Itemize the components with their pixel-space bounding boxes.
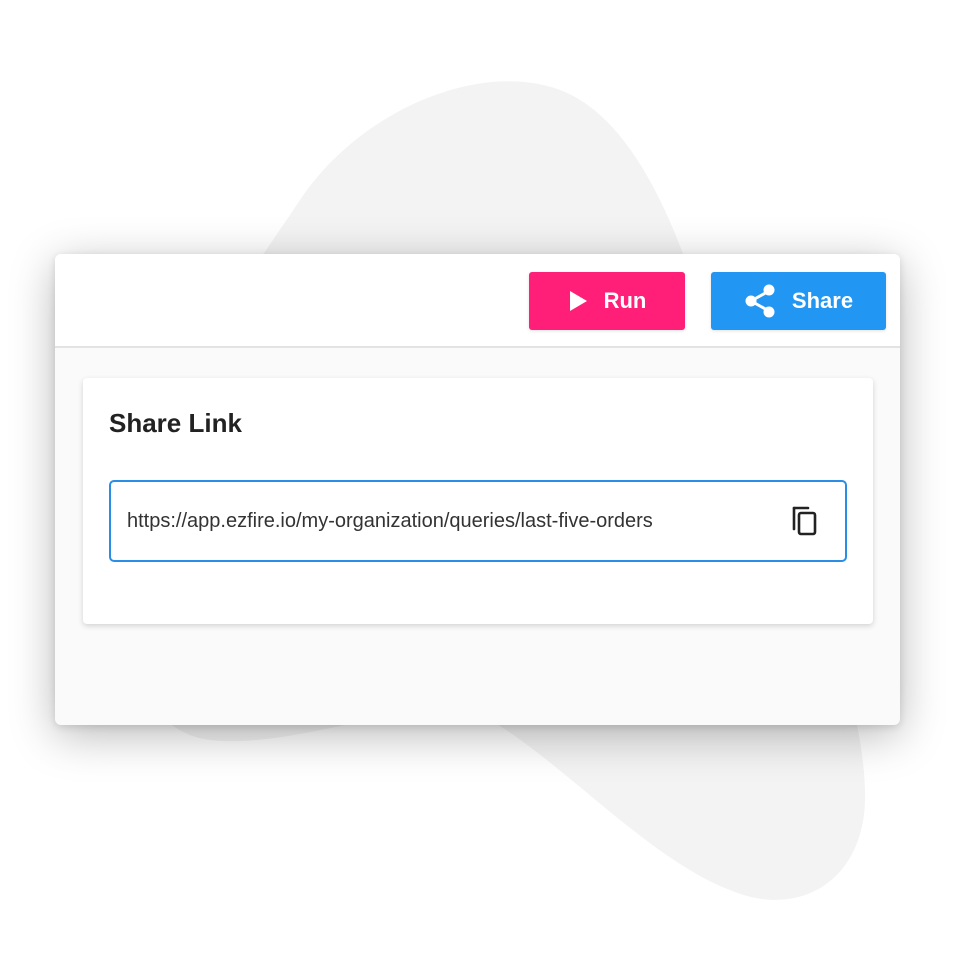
stage: Run Share Share Link https://app.ezfire.…: [0, 0, 960, 960]
toolbar: Run Share: [55, 254, 900, 348]
run-button-label: Run: [603, 288, 647, 313]
share-button-label: Share: [791, 288, 854, 313]
share-link-card: Share Link https://app.ezfire.io/my-orga…: [83, 378, 873, 624]
share-icon: [744, 284, 776, 318]
run-button[interactable]: Run: [529, 272, 685, 330]
share-link-field[interactable]: https://app.ezfire.io/my-organization/qu…: [109, 480, 847, 562]
share-button[interactable]: Share: [711, 272, 886, 330]
copy-icon[interactable]: [787, 504, 821, 538]
card-title: Share Link: [109, 408, 242, 438]
share-link-text[interactable]: https://app.ezfire.io/my-organization/qu…: [127, 482, 767, 560]
app-window: Run Share Share Link https://app.ezfire.…: [55, 254, 900, 725]
play-icon: [568, 290, 588, 312]
